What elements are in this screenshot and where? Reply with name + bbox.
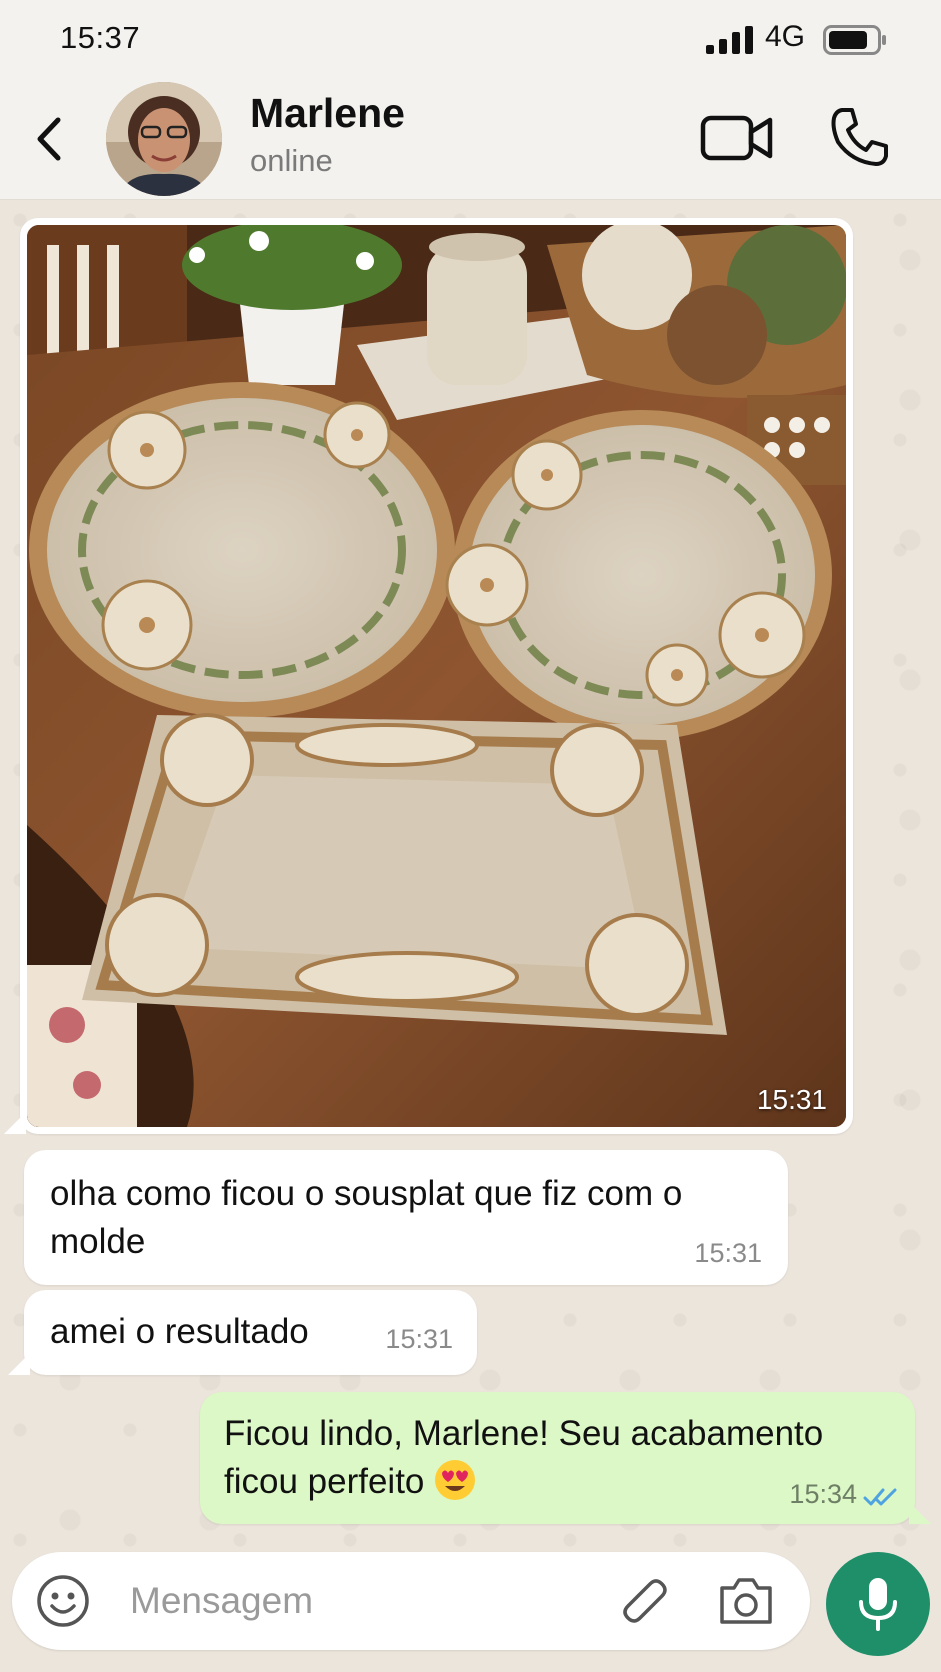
status-time: 15:37 [60,20,141,55]
network-type: 4G [765,20,806,53]
message-time: 15:31 [385,1324,453,1354]
incoming-message[interactable]: amei o resultado 15:31 [8,1290,477,1375]
camera-icon[interactable] [718,1574,774,1628]
read-receipt-icon [863,1488,897,1506]
message-time: 15:31 [694,1238,762,1268]
microphone-icon [859,1578,897,1631]
chat-header: Marlene online [0,78,941,200]
image-message[interactable]: 15:31 [4,218,853,1134]
message-text: amei o resultado [50,1312,309,1351]
status-bar: 15:37 4G [0,0,941,78]
placemats-photo[interactable] [27,225,846,1127]
phone-icon[interactable] [828,106,890,168]
message-text: Ficou lindo, Marlene! Seu acabamento fic… [224,1414,824,1501]
emoji-icon[interactable] [36,1574,90,1628]
heart-eyes-emoji-icon [435,1460,476,1500]
battery-icon [823,25,886,55]
message-input[interactable] [130,1574,570,1628]
paperclip-icon[interactable] [616,1572,674,1630]
outgoing-message[interactable]: Ficou lindo, Marlene! Seu acabamento fic… [200,1392,931,1524]
contact-status: online [250,143,333,178]
incoming-message[interactable]: olha como ficou o sousplat que fiz com o… [24,1150,788,1285]
contact-avatar[interactable] [106,82,222,196]
video-call-icon[interactable] [700,112,774,164]
contact-name[interactable]: Marlene [250,90,405,137]
message-text: olha como ficou o sousplat que fiz com o… [50,1174,683,1261]
back-arrow-icon[interactable] [30,112,70,166]
message-composer [12,1552,810,1650]
voice-record-button[interactable] [826,1552,930,1656]
image-message-time: 15:31 [756,1084,827,1115]
message-time: 15:34 [789,1479,857,1509]
signal-strength-icon [706,26,753,54]
